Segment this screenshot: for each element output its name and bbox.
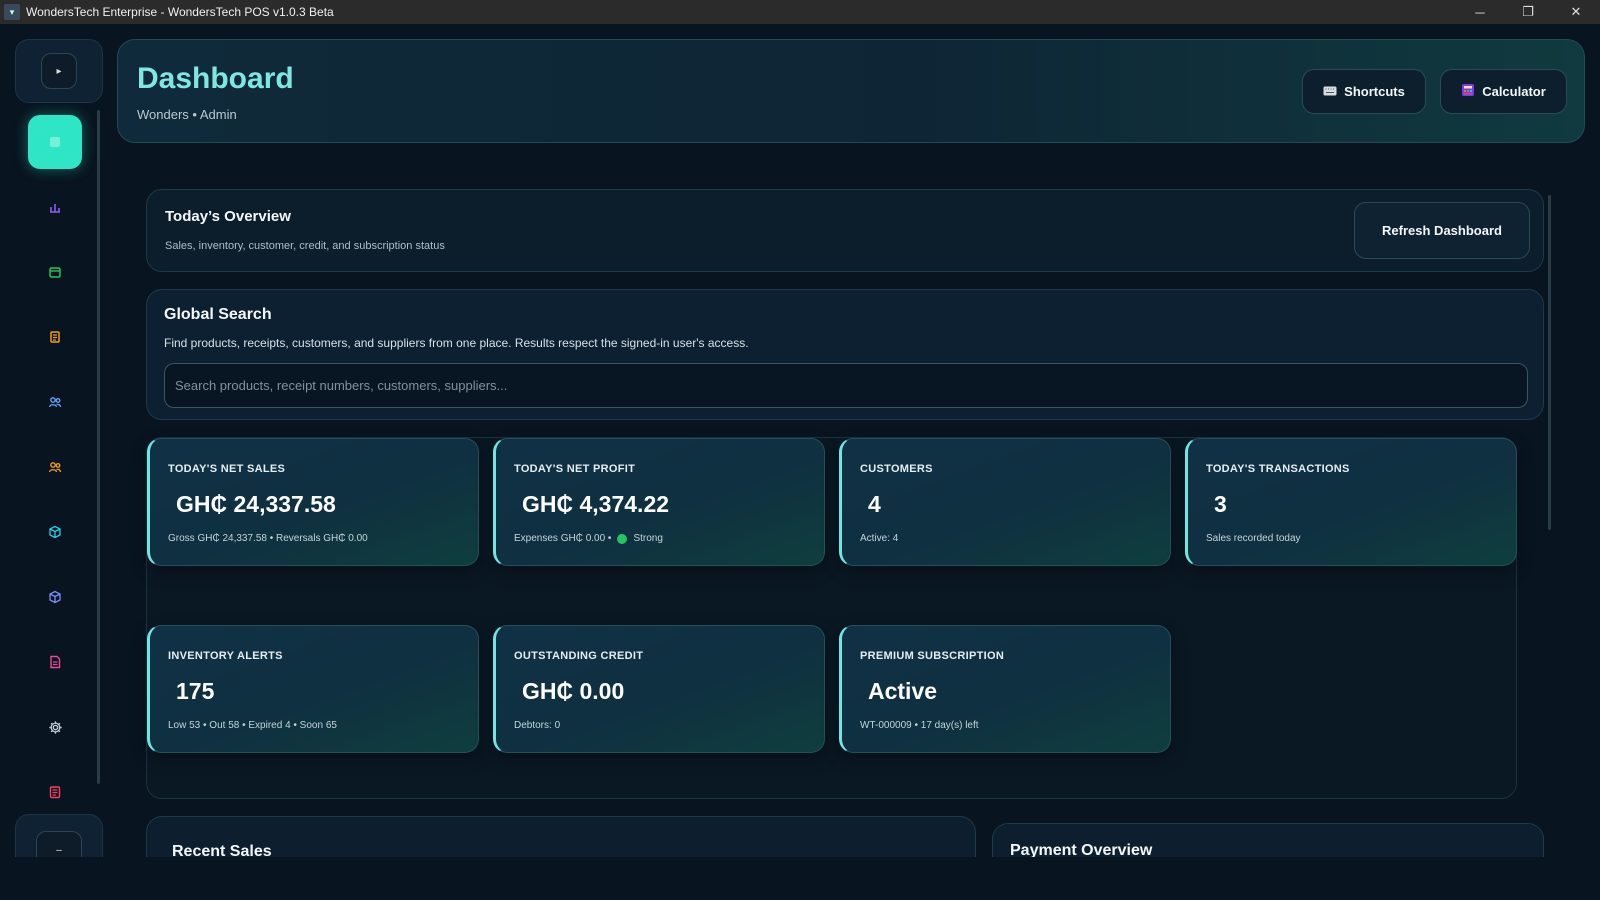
content-clip [0,857,1600,900]
stat-label: TODAY'S NET SALES [168,463,286,475]
sidebar-scrollbar[interactable] [97,110,100,784]
dash-icon: – [56,844,62,856]
stat-card-net-sales: TODAY'S NET SALES GH₵ 24,337.58 Gross GH… [147,438,479,566]
stat-card-outstanding-credit: OUTSTANDING CREDIT GH₵ 0.00 Debtors: 0 [493,625,825,753]
stat-note: Sales recorded today [1206,533,1301,544]
minimize-button[interactable]: ─ [1456,0,1504,24]
stat-value: 3 [1214,491,1227,517]
calculator-icon [1461,83,1475,100]
stat-value: Active [868,678,938,704]
close-button[interactable]: ✕ [1552,0,1600,24]
status-dot-icon [617,533,628,544]
sidebar-item-settings[interactable] [28,700,82,754]
stat-value: 4 [868,491,881,517]
calculator-button[interactable]: Calculator [1440,69,1567,114]
calculator-label: Calculator [1482,84,1546,99]
sidebar-item-reports[interactable] [28,180,82,234]
stat-note: WT-000009 • 17 day(s) left [860,720,979,731]
stat-card-net-profit: TODAY'S NET PROFIT GH₵ 4,374.22 Expenses… [493,438,825,566]
document-icon [50,655,61,669]
restore-button[interactable]: ❐ [1504,0,1552,24]
stat-note: Low 53 • Out 58 • Expired 4 • Soon 65 [168,720,337,731]
stats-panel: TODAY'S NET SALES GH₵ 24,337.58 Gross GH… [146,437,1517,799]
sidebar-item-customers[interactable] [28,375,82,429]
keyboard-icon [1323,85,1337,99]
overview-title: Today’s Overview [165,208,291,225]
sidebar-nav [28,115,82,830]
window-titlebar: ▾ WondersTech Enterprise - WondersTech P… [0,0,1600,24]
global-search-title: Global Search [164,306,272,323]
stat-note: Active: 4 [860,533,899,544]
cube-icon [49,590,61,604]
stat-value: 175 [176,678,215,704]
stat-note: Expenses GH₵ 0.00 • Strong [514,533,663,544]
content-scrollbar[interactable] [1548,195,1551,530]
users-icon [48,397,62,408]
stat-card-inventory-alerts: INVENTORY ALERTS 175 Low 53 • Out 58 • E… [147,625,479,753]
dashboard-icon [50,137,60,147]
stat-value: GH₵ 24,337.58 [176,491,336,517]
sidebar-header: ▸ [15,39,103,103]
overview-panel: Today’s Overview Sales, inventory, custo… [146,189,1544,272]
box-icon [49,267,61,278]
bar-chart-icon [50,204,60,213]
play-icon: ▸ [56,65,62,77]
global-search-description: Find products, receipts, customers, and … [164,336,749,350]
app-icon: ▾ [4,4,20,20]
stat-value: GH₵ 0.00 [522,678,625,704]
receipt-icon [50,331,60,343]
sidebar-item-documents[interactable] [28,635,82,689]
profit-status: Strong [633,533,663,544]
sidebar-item-suppliers[interactable] [28,440,82,494]
gear-icon [48,720,62,734]
stat-label: OUTSTANDING CREDIT [514,650,644,662]
users-icon [48,462,62,473]
sidebar-item-products[interactable] [28,505,82,559]
shortcuts-label: Shortcuts [1344,84,1405,99]
page-title: Dashboard [137,62,294,95]
page-header: Dashboard Wonders • Admin Shortcuts Calc… [117,39,1585,143]
stat-value: GH₵ 4,374.22 [522,491,670,517]
refresh-dashboard-button[interactable]: Refresh Dashboard [1354,202,1530,259]
stat-label: TODAY'S NET PROFIT [514,463,636,475]
log-icon [49,786,61,799]
stat-card-subscription: PREMIUM SUBSCRIPTION Active WT-000009 • … [839,625,1171,753]
stat-label: PREMIUM SUBSCRIPTION [860,650,1005,662]
sidebar-toggle-button[interactable]: ▸ [41,53,77,89]
sidebar-item-stock[interactable] [28,570,82,624]
stat-label: INVENTORY ALERTS [168,650,283,662]
global-search-panel: Global Search Find products, receipts, c… [146,289,1544,420]
cube-icon [49,525,61,539]
stat-label: TODAY'S TRANSACTIONS [1206,463,1350,475]
global-search-input[interactable] [164,363,1528,408]
shortcuts-button[interactable]: Shortcuts [1302,69,1426,114]
sidebar-item-inventory[interactable] [28,245,82,299]
user-role-label: Wonders • Admin [137,107,237,122]
sidebar-item-dashboard[interactable] [28,115,82,169]
stat-card-customers: CUSTOMERS 4 Active: 4 [839,438,1171,566]
stat-note: Gross GH₵ 24,337.58 • Reversals GH₵ 0.00 [168,533,368,544]
stat-label: CUSTOMERS [860,463,933,475]
sidebar-item-logs[interactable] [28,765,82,819]
expenses-text: Expenses GH₵ 0.00 • [514,533,612,544]
window-title: WondersTech Enterprise - WondersTech POS… [26,5,334,19]
overview-subtitle: Sales, inventory, customer, credit, and … [165,240,445,252]
sidebar-item-receipts[interactable] [28,310,82,364]
stat-note: Debtors: 0 [514,720,561,731]
stat-card-transactions: TODAY'S TRANSACTIONS 3 Sales recorded to… [1185,438,1517,566]
